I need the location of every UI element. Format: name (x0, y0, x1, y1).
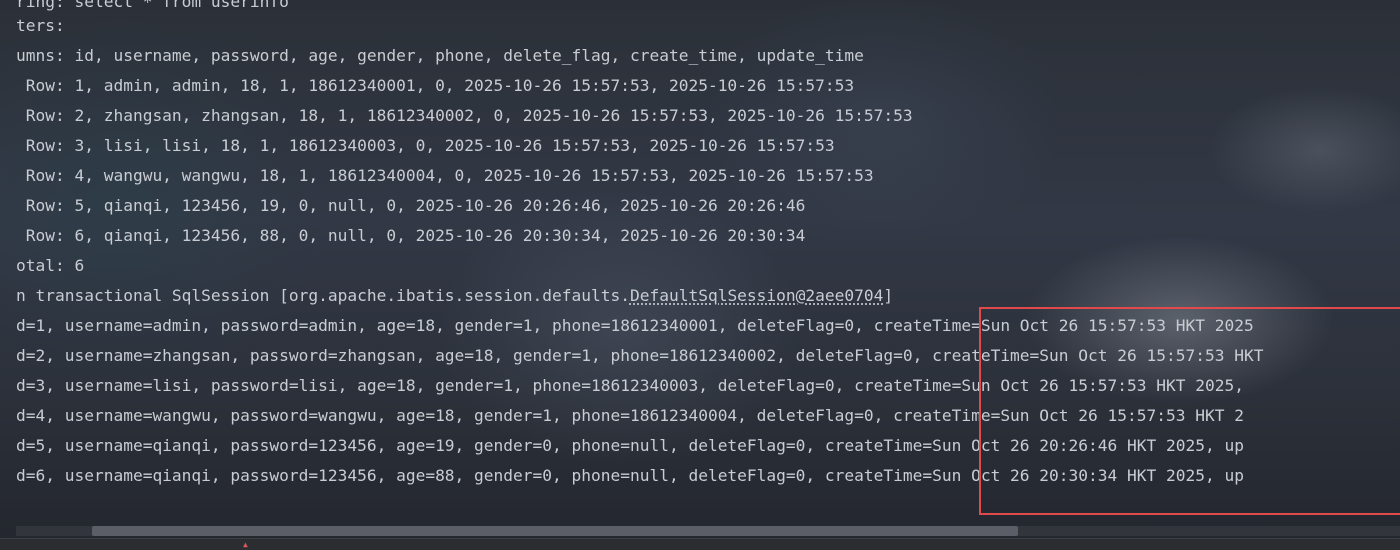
console-line: ters: (16, 16, 65, 35)
console-line: Row: 6, qianqi, 123456, 88, 0, null, 0, … (16, 226, 806, 245)
console-line: Row: 1, admin, admin, 18, 1, 18612340001… (16, 76, 855, 95)
console-output[interactable]: ring: select * from userinfo ters: umns:… (0, 0, 1400, 520)
horizontal-scrollbar-thumb[interactable] (92, 526, 1018, 536)
error-marker-icon: ▲ (243, 540, 248, 549)
console-line: Row: 2, zhangsan, zhangsan, 18, 1, 18612… (16, 106, 913, 125)
session-line-prefix: n transactional SqlSession [org.apache.i… (16, 286, 630, 305)
highlight-annotation-box (979, 307, 1400, 515)
session-line: n transactional SqlSession [org.apache.i… (16, 281, 893, 311)
session-object-link[interactable]: DefaultSqlSession@2aee0704 (630, 286, 883, 305)
console-line: Row: 5, qianqi, 123456, 19, 0, null, 0, … (16, 196, 806, 215)
console-line: umns: id, username, password, age, gende… (16, 46, 864, 65)
console-line: Row: 4, wangwu, wangwu, 18, 1, 186123400… (16, 166, 874, 185)
session-line-suffix: ] (883, 286, 894, 305)
console-line: Row: 3, lisi, lisi, 18, 1, 18612340003, … (16, 136, 835, 155)
bottom-status-strip (0, 538, 1400, 550)
console-line: otal: 6 (16, 256, 85, 275)
